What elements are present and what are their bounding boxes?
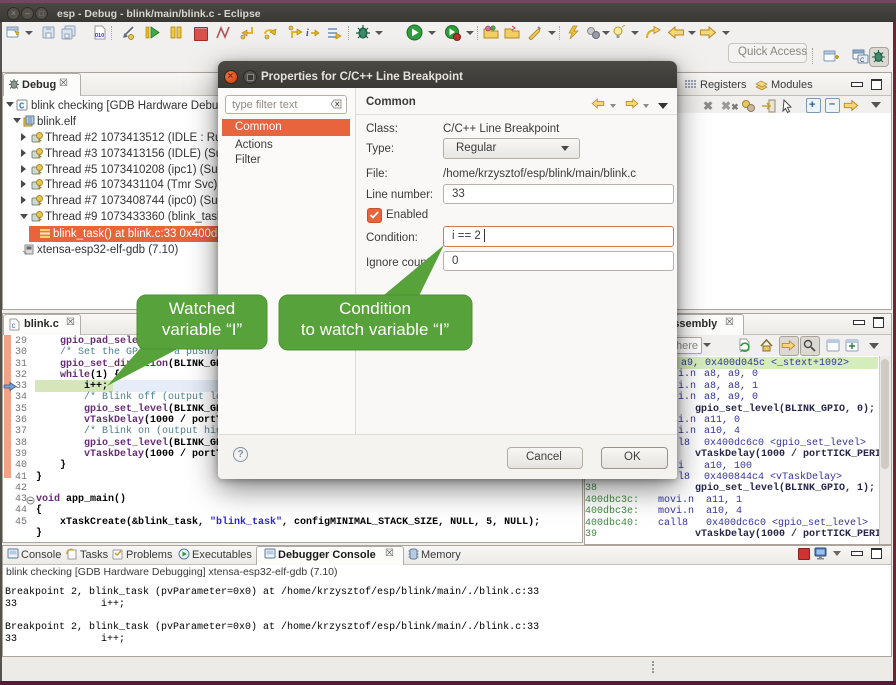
svg-text:c: c (12, 321, 16, 330)
svg-text:Condition: Condition (339, 299, 411, 318)
svg-text:to watch variable “I”: to watch variable “I” (301, 320, 450, 339)
svg-text:C: C (860, 58, 865, 64)
svg-text:010: 010 (95, 33, 104, 39)
svg-text:variable “I”: variable “I” (162, 320, 243, 339)
svg-text:Watched: Watched (169, 299, 235, 318)
svg-text:C: C (19, 102, 25, 112)
svg-text:i: i (306, 28, 309, 39)
